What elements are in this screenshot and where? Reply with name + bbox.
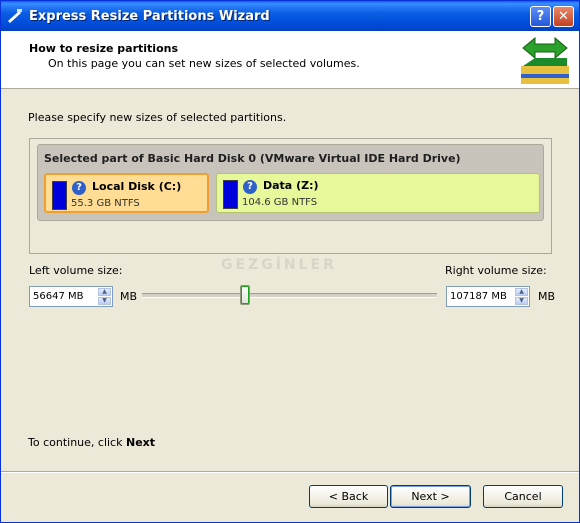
- partition-z[interactable]: ? Data (Z:) 104.6 GB NTFS: [216, 173, 540, 213]
- left-volume-input[interactable]: [30, 287, 97, 306]
- right-volume-input[interactable]: [447, 287, 514, 306]
- partition-info: 55.3 GB NTFS: [71, 198, 140, 209]
- chevron-up-icon[interactable]: ▲: [515, 288, 528, 296]
- header-subtitle: On this page you can set new sizes of se…: [48, 57, 360, 70]
- right-volume-stepper[interactable]: ▲ ▼: [446, 286, 530, 307]
- next-button[interactable]: Next >: [390, 485, 471, 508]
- disk-map-panel: Selected part of Basic Hard Disk 0 (VMwa…: [29, 138, 552, 254]
- title-bar[interactable]: Express Resize Partitions Wizard ? ✕: [1, 1, 579, 31]
- wizard-window: Express Resize Partitions Wizard ? ✕ How…: [0, 0, 580, 523]
- left-volume-label: Left volume size:: [29, 264, 123, 277]
- help-button[interactable]: ?: [530, 6, 551, 27]
- help-icon[interactable]: ?: [72, 181, 86, 195]
- chevron-down-icon[interactable]: ▼: [515, 297, 528, 305]
- disk-header: Selected part of Basic Hard Disk 0 (VMwa…: [37, 144, 544, 221]
- header-title: How to resize partitions: [29, 42, 179, 55]
- chevron-down-icon[interactable]: ▼: [98, 297, 111, 305]
- continue-hint: To continue, click Next: [28, 436, 155, 449]
- right-volume-label: Right volume size:: [445, 264, 547, 277]
- instruction-text: Please specify new sizes of selected par…: [28, 111, 287, 124]
- partition-name: Local Disk (C:): [92, 180, 182, 193]
- stepper-buttons[interactable]: ▲ ▼: [98, 288, 111, 305]
- app-icon: [8, 9, 22, 23]
- wizard-header: How to resize partitions On this page yo…: [1, 31, 579, 89]
- partition-usage-bar: [52, 181, 67, 210]
- resize-slider-thumb[interactable]: [240, 285, 250, 305]
- left-volume-stepper[interactable]: ▲ ▼: [29, 286, 113, 307]
- close-button[interactable]: ✕: [553, 6, 574, 27]
- left-unit-label: MB: [120, 290, 138, 303]
- partition-c[interactable]: ? Local Disk (C:) 55.3 GB NTFS: [44, 173, 209, 213]
- help-icon[interactable]: ?: [243, 180, 257, 194]
- watermark: GEZGİNLER: [221, 257, 337, 273]
- disk-title: Selected part of Basic Hard Disk 0 (VMwa…: [44, 152, 461, 165]
- resize-arrows-icon: [521, 36, 569, 84]
- continue-emphasis: Next: [125, 436, 156, 449]
- back-button[interactable]: < Back: [309, 485, 388, 508]
- window-title: Express Resize Partitions Wizard: [29, 9, 270, 24]
- footer-divider: [1, 471, 579, 473]
- resize-slider-track[interactable]: [142, 293, 437, 298]
- chevron-up-icon[interactable]: ▲: [98, 288, 111, 296]
- cancel-button[interactable]: Cancel: [483, 485, 563, 508]
- continue-text: To continue, click: [28, 436, 126, 449]
- partition-name: Data (Z:): [263, 179, 319, 192]
- partition-info: 104.6 GB NTFS: [242, 197, 318, 208]
- right-unit-label: MB: [538, 290, 556, 303]
- stepper-buttons[interactable]: ▲ ▼: [515, 288, 528, 305]
- partition-usage-bar: [223, 180, 238, 209]
